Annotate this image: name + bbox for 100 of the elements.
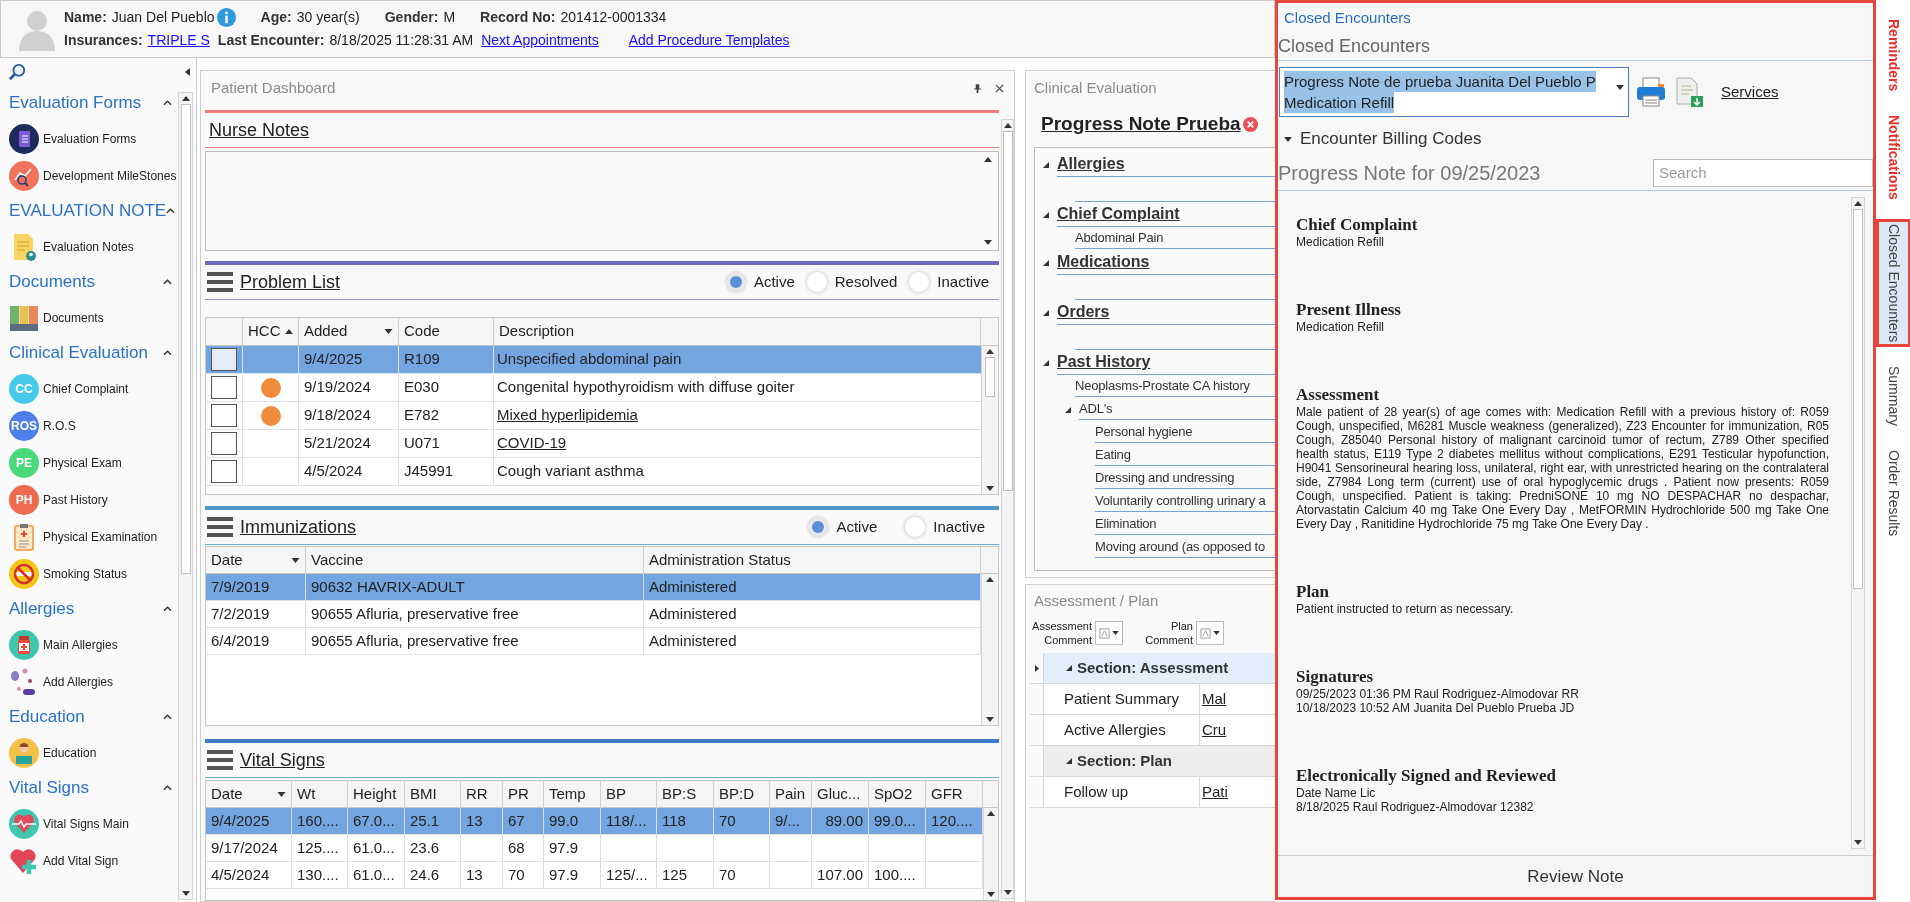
collapse-icon[interactable] (185, 68, 190, 76)
breadcrumb-link[interactable]: Closed Encounters (1284, 6, 1411, 30)
collapse-icon[interactable] (1043, 309, 1049, 316)
group-title[interactable]: Allergies (9, 596, 75, 622)
scroll-thumb[interactable] (985, 357, 995, 397)
sidebar-item[interactable]: Add Vital Sign (43, 851, 119, 870)
sidebar-item[interactable]: Education (43, 743, 97, 762)
tree-item[interactable]: Abdominal Pain (1075, 228, 1275, 249)
tree-item[interactable]: ADL's (1079, 399, 1275, 420)
radio-button[interactable]: Resolved (806, 270, 898, 294)
side-tab[interactable]: Summary (1883, 361, 1904, 432)
comment-dropdown[interactable] (1095, 621, 1123, 645)
field-value[interactable]: Cru (1202, 718, 1227, 742)
scroll-up-icon[interactable] (1854, 201, 1862, 206)
pin-icon[interactable] (974, 83, 981, 93)
scroll-up-icon[interactable] (987, 811, 995, 816)
sidebar-item[interactable]: Add Allergies (43, 672, 114, 691)
comment-dropdown[interactable] (1196, 621, 1224, 645)
menu-icon[interactable] (207, 271, 233, 293)
group-title[interactable]: EVALUATION NOTE (9, 198, 167, 224)
scroll-thumb[interactable] (1853, 209, 1863, 589)
collapse-icon[interactable] (1066, 758, 1072, 764)
column-header[interactable]: GFR (926, 781, 983, 807)
description-link[interactable]: Mixed hyperlipidemia (497, 404, 638, 427)
column-header[interactable]: Gluc... (812, 781, 869, 807)
collapse-icon[interactable] (163, 785, 172, 791)
sidebar-item[interactable]: Evaluation Notes (43, 237, 134, 256)
scroll-down-icon[interactable] (1854, 840, 1862, 845)
section-row[interactable]: Section: Assessment (1030, 653, 1275, 684)
column-header[interactable]: RR (461, 781, 503, 807)
document-download-icon[interactable] (1673, 76, 1705, 108)
column-header[interactable]: Description (494, 318, 981, 345)
header-link[interactable]: Next Appointments (481, 30, 599, 51)
column-header[interactable]: Code (399, 318, 494, 345)
section-title[interactable]: Problem List (240, 268, 341, 296)
radio-button[interactable]: Active (808, 515, 878, 539)
table-row[interactable]: 6/4/2019 90655 Afluria, preservative free Administered (206, 628, 981, 655)
sidebar-item[interactable]: Vital Signs Main (43, 814, 129, 833)
table-row[interactable]: 9/17/2024 125.... 61.0... 23.6 68 97.9 (206, 835, 983, 862)
sidebar-item[interactable]: Smoking Status (43, 564, 128, 583)
scroll-thumb[interactable] (1002, 131, 1013, 491)
scroll-down-icon[interactable] (984, 240, 992, 245)
column-header[interactable]: Pain (770, 781, 812, 807)
sort-icon[interactable] (284, 329, 293, 334)
column-header[interactable]: BP:S (657, 781, 714, 807)
menu-icon[interactable] (207, 516, 233, 538)
collapse-icon[interactable] (1066, 665, 1072, 671)
sidebar-item[interactable]: Physical Exam (43, 453, 122, 472)
search-field[interactable]: Search (1653, 158, 1873, 187)
table-row[interactable]: 9/18/2024 E782 Mixed hyperlipidemia (206, 402, 981, 430)
scrollbar[interactable] (178, 92, 193, 900)
column-header[interactable]: BMI (405, 781, 461, 807)
close-icon[interactable] (995, 83, 1004, 93)
sidebar-item[interactable]: Development MileStones (43, 166, 177, 185)
close-icon[interactable] (1242, 116, 1258, 132)
table-row[interactable]: 5/21/2024 U071 COVID-19 (206, 430, 981, 458)
collapse-icon[interactable] (163, 606, 172, 612)
section-row[interactable]: Section: Plan (1030, 746, 1275, 777)
section-title[interactable]: Nurse Notes (209, 116, 310, 144)
scrollbar[interactable] (981, 574, 998, 725)
column-header[interactable]: HCC (243, 318, 299, 345)
description-link[interactable]: COVID-19 (497, 432, 567, 455)
collapse-icon[interactable] (1284, 136, 1292, 142)
radio-button[interactable]: Inactive (905, 515, 985, 539)
scroll-up-icon[interactable] (986, 349, 994, 354)
collapse-icon[interactable] (163, 279, 172, 285)
table-row[interactable]: 7/9/2019 90632 HAVRIX-ADULT Administered (206, 574, 981, 601)
scroll-up-icon[interactable] (1003, 123, 1012, 128)
radio-button[interactable]: Inactive (909, 270, 989, 294)
side-tab[interactable]: Notifications (1883, 110, 1904, 206)
note-title[interactable]: Progress Note Prueba (1041, 109, 1241, 139)
column-header[interactable]: BP:D (714, 781, 770, 807)
expander-label[interactable]: Encounter Billing Codes (1300, 126, 1482, 152)
collapse-icon[interactable] (163, 714, 172, 720)
group-title[interactable]: Evaluation Forms (9, 90, 142, 116)
collapse-icon[interactable] (1043, 211, 1049, 218)
table-row[interactable]: 7/2/2019 90655 Afluria, preservative free Administered (206, 601, 981, 628)
dropdown-icon[interactable] (291, 557, 300, 563)
encounter-dropdown[interactable]: Progress Note de prueba Juanita Del Pueblo P Medication Refill (1279, 67, 1629, 117)
scroll-down-icon[interactable] (986, 486, 994, 491)
group-title[interactable]: Vital Signs (9, 775, 89, 801)
sidebar-item[interactable]: Evaluation Forms (43, 129, 137, 148)
field-value[interactable]: Pati (1202, 780, 1228, 804)
column-header[interactable]: Date (206, 781, 292, 807)
checkbox[interactable] (211, 348, 237, 371)
checkbox[interactable] (211, 376, 237, 399)
column-header[interactable]: BP (601, 781, 657, 807)
sidebar-item[interactable]: Physical Examination (43, 527, 158, 546)
printer-icon[interactable] (1635, 76, 1667, 108)
sidebar-item[interactable]: R.O.S (43, 416, 76, 435)
header-link[interactable]: Add Procedure Templates (628, 30, 790, 51)
scroll-up-icon[interactable] (986, 577, 994, 582)
dropdown-icon[interactable] (277, 791, 286, 797)
scroll-up-icon[interactable] (984, 157, 992, 162)
services-link[interactable]: Services (1721, 80, 1779, 104)
sidebar-item[interactable]: Chief Complaint (43, 379, 129, 398)
checkbox[interactable] (211, 404, 237, 427)
tree-item[interactable]: Neoplasms-Prostate CA history (1075, 376, 1275, 397)
sidebar-item[interactable]: Past History (43, 490, 108, 509)
checkbox[interactable] (211, 460, 237, 483)
